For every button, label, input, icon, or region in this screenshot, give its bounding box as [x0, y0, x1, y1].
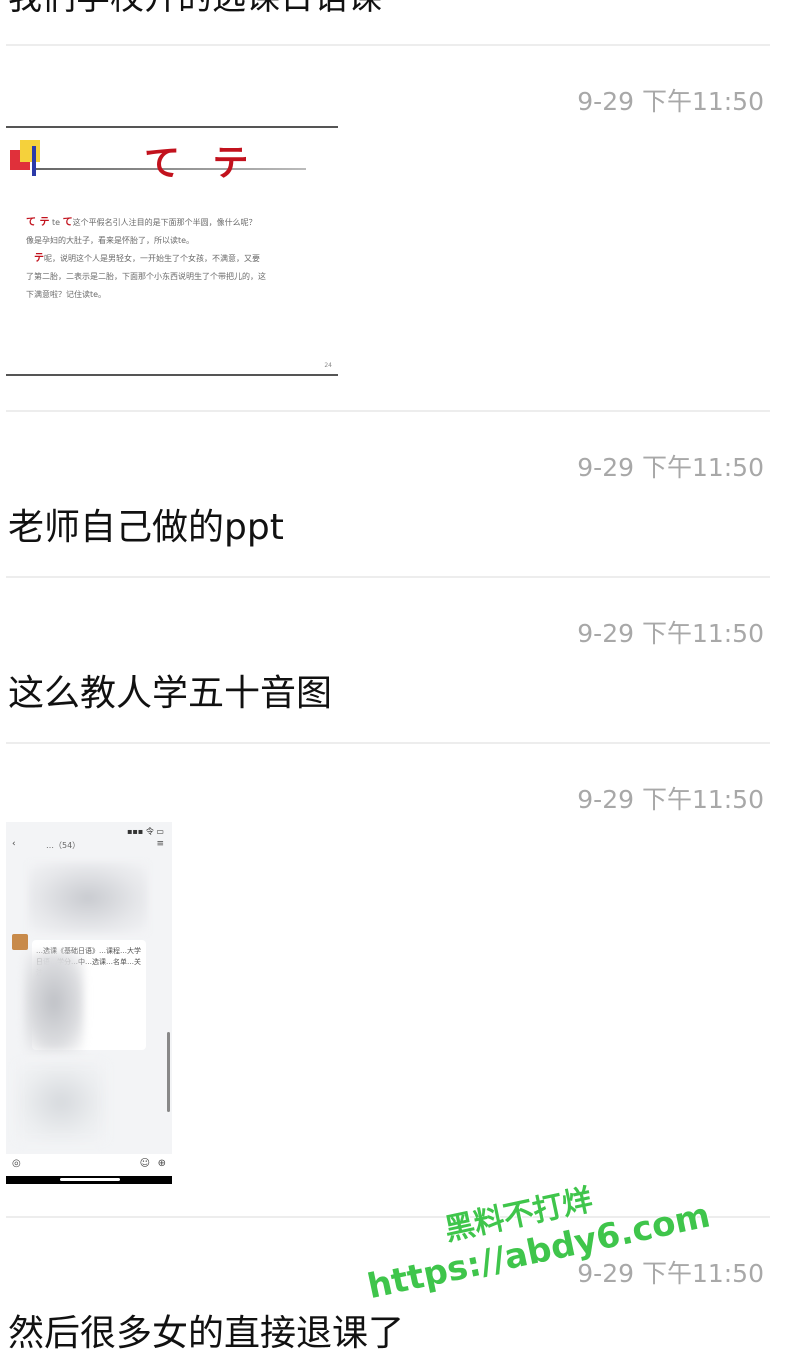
slide-kana-title: て テ [144, 143, 259, 184]
menu-icon: ≡ [156, 839, 164, 849]
phone-scrollbar [167, 1032, 170, 1112]
slide-logo-icon [10, 140, 50, 176]
emoji-icon: ☺ [139, 1158, 150, 1169]
blurred-region [16, 1062, 106, 1142]
back-icon: ‹ [12, 839, 16, 849]
slide-image[interactable]: て テ て テ te て这个平假名引人注目的是下面那个半圆，像什么呢？ 像是孕妇… [6, 118, 340, 380]
message-divider [6, 742, 770, 744]
message-text: 这么教人学五十音图 [8, 673, 333, 714]
blurred-region [28, 862, 148, 934]
message-divider [6, 576, 770, 578]
slide-top-rule [6, 126, 338, 128]
message-text: 老师自己做的ppt [8, 507, 284, 548]
phone-home-indicator [6, 1176, 172, 1184]
blurred-region [24, 952, 84, 1052]
plus-icon: ⊕ [157, 1158, 166, 1169]
avatar [12, 934, 28, 950]
slide-page-number: 24 [324, 362, 332, 369]
message-text: 然后很多女的直接退课了 [8, 1313, 405, 1354]
slide-body-text: て テ te て这个平假名引人注目的是下面那个半圆，像什么呢？ 像是孕妇的大肚子… [26, 217, 266, 299]
voice-icon: ◎ [12, 1158, 21, 1169]
message-divider [6, 44, 770, 46]
message-timestamp: 9-29 下午11:50 [577, 619, 764, 648]
slide-bottom-rule [6, 374, 338, 376]
phone-nav-bar: ‹ …（54） ≡ [6, 836, 172, 858]
chat-screenshot-image[interactable]: ▪▪▪ 令 ▭ ‹ …（54） ≡ …选课《基础日语》…课程…大学日语…学分…中… [6, 822, 172, 1184]
message-timestamp: 9-29 下午11:50 [577, 785, 764, 814]
phone-chat-title: …（54） [46, 841, 81, 850]
message-timestamp: 9-29 下午11:50 [577, 1259, 764, 1288]
message-divider [6, 410, 770, 412]
message-timestamp: 9-29 下午11:50 [577, 87, 764, 116]
phone-input-bar: ◎ ☺ ⊕ [6, 1154, 172, 1176]
partial-message-text: 我们学校开的选课日语课 [8, 0, 382, 19]
message-timestamp: 9-29 下午11:50 [577, 453, 764, 482]
